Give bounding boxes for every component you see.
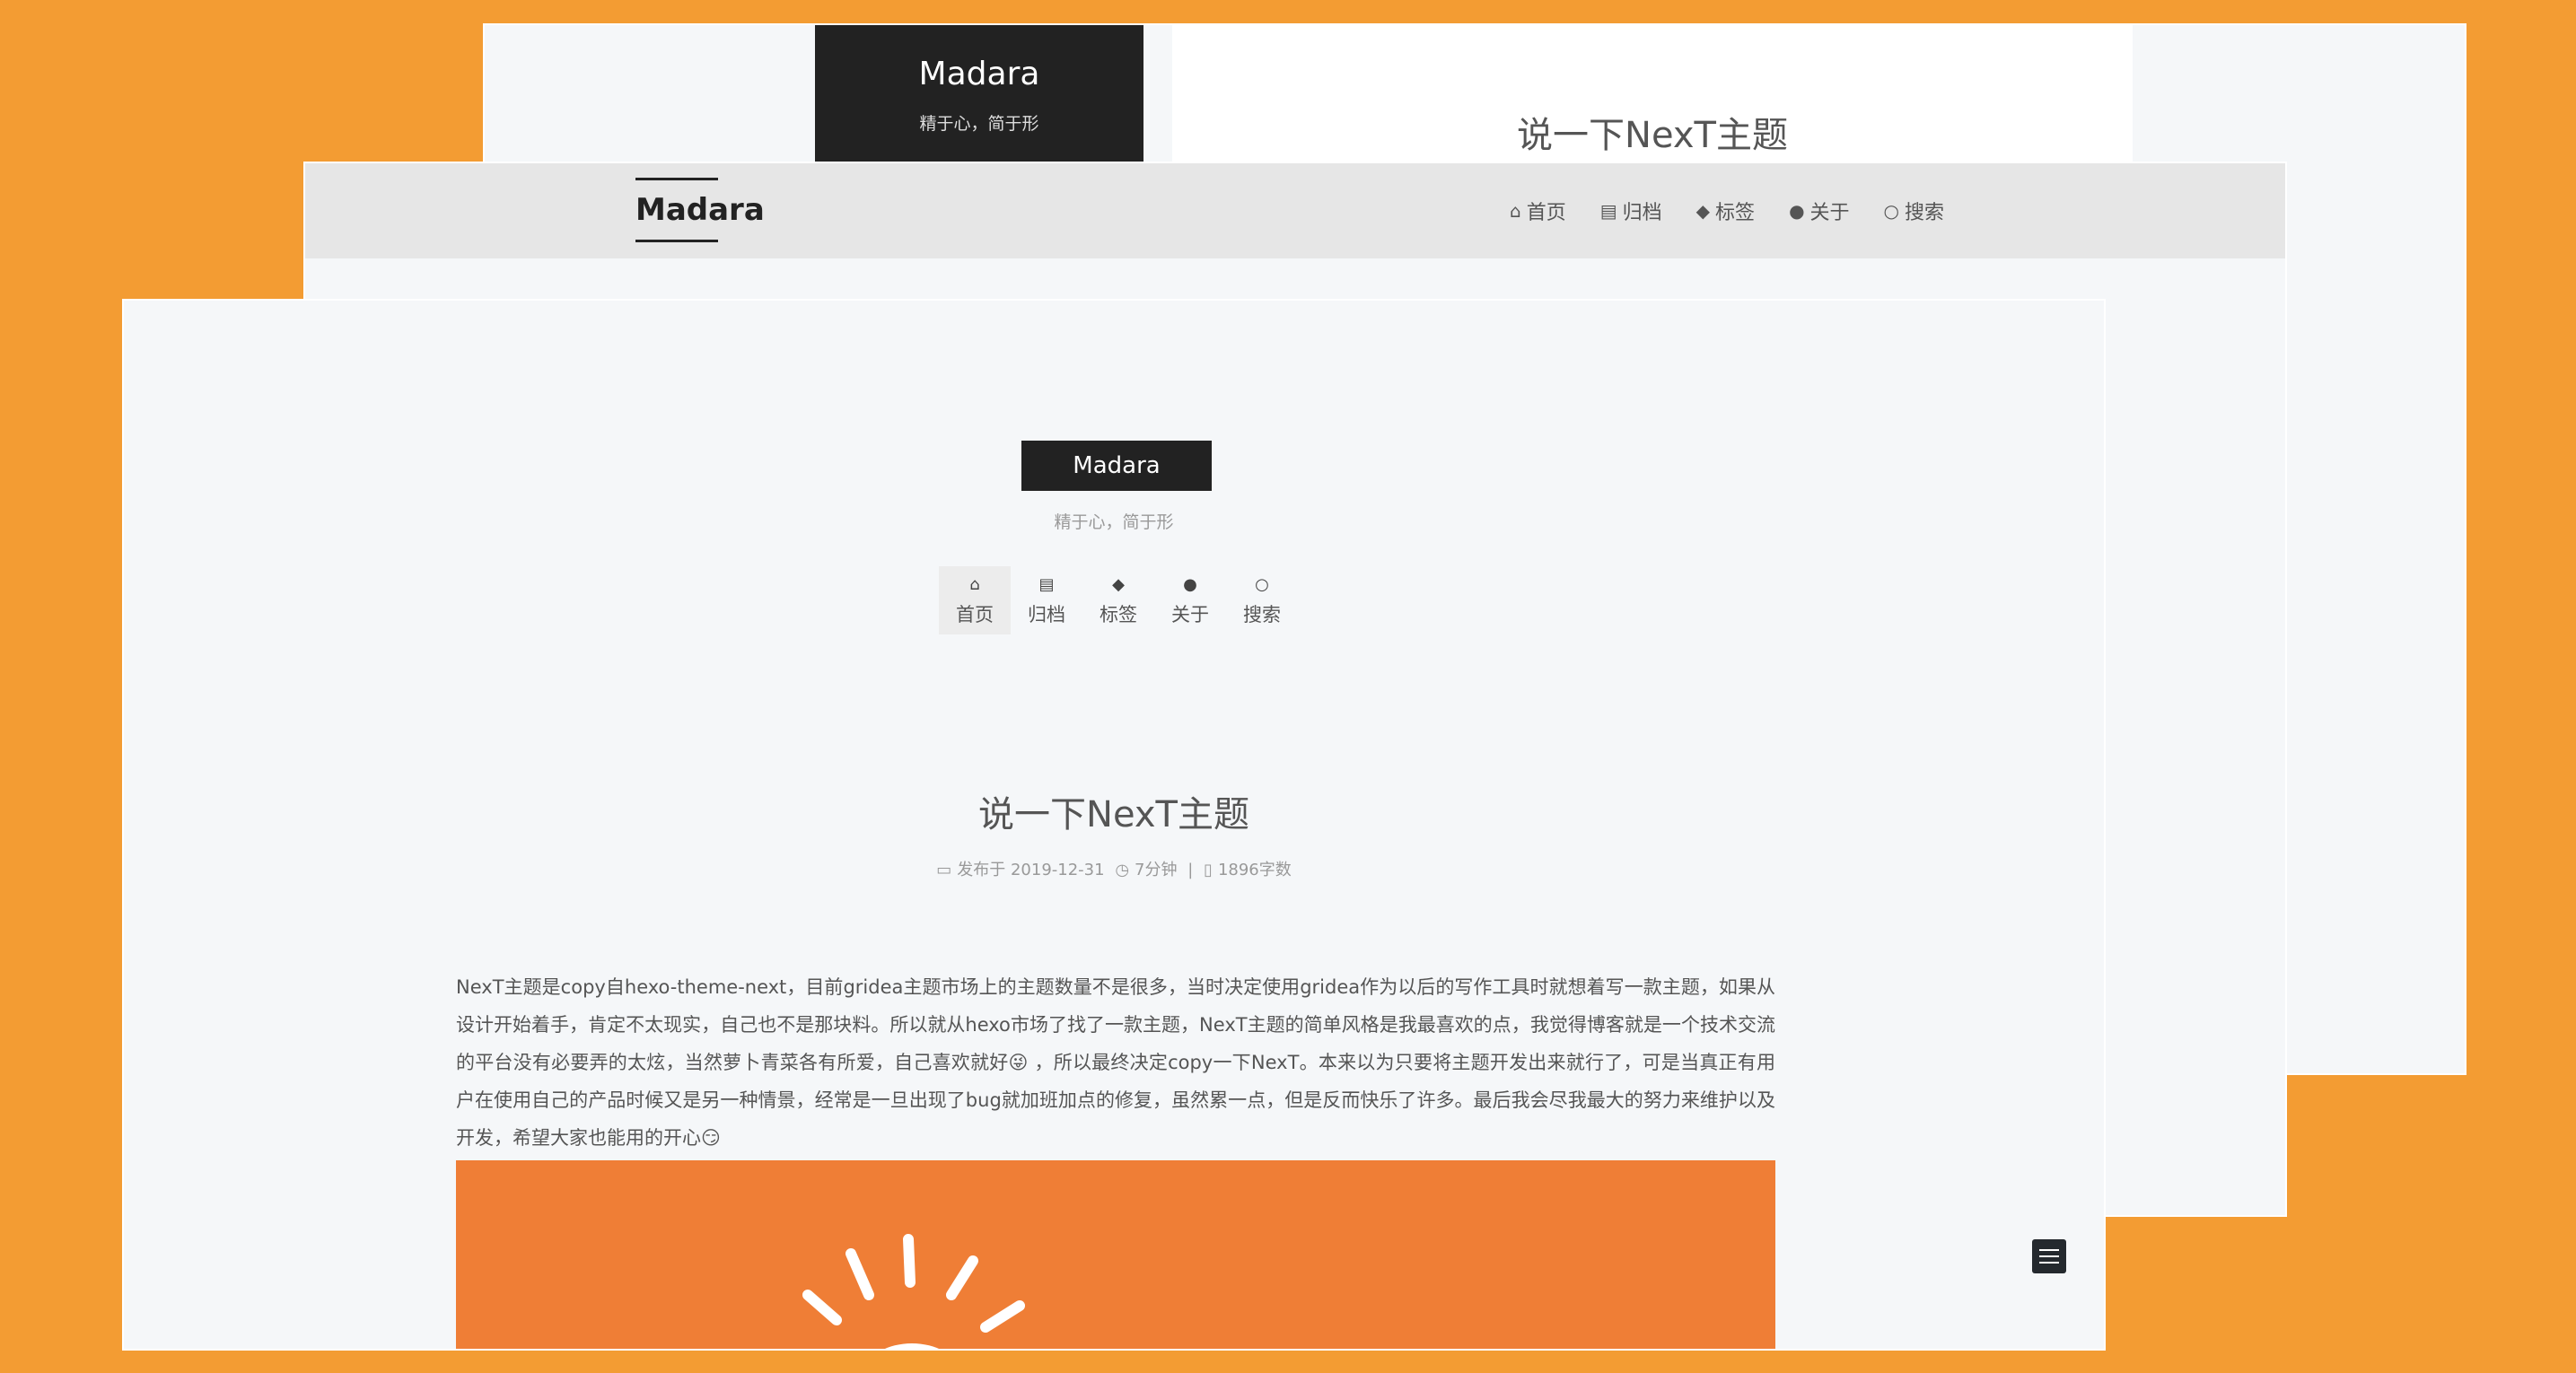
reading-time: 7分钟 — [1135, 861, 1178, 879]
nav-item-label: 首页 — [956, 604, 994, 625]
site-nav: ⌂ 首页 ▤ 归档 ◆ 标签 ● 关于 ○ 搜索 — [939, 566, 1298, 634]
menu-item-search[interactable]: ○ 搜索 — [1884, 197, 1944, 225]
post-meta: ▭ 发布于 2019-12-31 ◷ 7分钟 | ▯ 1896字数 — [124, 857, 2104, 880]
menu-item-label: 归档 — [1622, 202, 1662, 224]
site-subtitle: 精于心，简于形 — [1054, 512, 1174, 532]
calendar-icon: ▭ — [936, 861, 952, 879]
post-title[interactable]: 说一下NexT主题 — [124, 785, 2104, 837]
word-count: 1896字数 — [1217, 861, 1292, 879]
menu-item-label: 关于 — [1809, 202, 1850, 224]
user-icon: ● — [1183, 575, 1197, 594]
header-menu: ⌂ 首页 ▤ 归档 ◆ 标签 ● 关于 ○ 搜索 — [1510, 163, 1944, 258]
post-body: NexT主题是copy自hexo-theme-next，目前gridea主题市场… — [456, 976, 1775, 1149]
tags-icon: ◆ — [1695, 200, 1711, 222]
archive-icon: ▤ — [1038, 575, 1055, 594]
menu-item-about[interactable]: ● 关于 — [1789, 197, 1849, 225]
nav-item-label: 标签 — [1100, 604, 1137, 625]
screenshot-mist-scheme: Madara 精于心，简于形 ⌂ 首页 ▤ 归档 ◆ 标签 ● 关于 ○ 搜索 说一下Ne… — [122, 299, 2106, 1351]
tags-icon: ◆ — [1112, 575, 1125, 594]
toc-toggle-button[interactable] — [2032, 1239, 2066, 1273]
post-title[interactable]: 说一下NexT主题 — [1172, 106, 2133, 158]
menu-item-home[interactable]: ⌂ 首页 — [1510, 197, 1566, 225]
meta-divider: | — [1187, 861, 1194, 879]
site-title[interactable]: Madara — [1021, 441, 1212, 491]
post-date: 发布于 2019-12-31 — [957, 861, 1105, 879]
site-title[interactable]: Madara — [635, 180, 765, 240]
menu-item-label: 标签 — [1715, 202, 1756, 224]
nav-item-tags[interactable]: ◆ 标签 — [1082, 566, 1154, 634]
post-cover-image — [456, 1160, 1775, 1349]
nav-item-search[interactable]: ○ 搜索 — [1226, 566, 1298, 634]
menu-item-label: 搜索 — [1904, 202, 1944, 224]
search-icon: ○ — [1883, 200, 1899, 222]
menu-item-tags[interactable]: ◆ 标签 — [1696, 197, 1755, 225]
sun-illustration — [802, 1234, 1025, 1349]
nav-item-archives[interactable]: ▤ 归档 — [1011, 566, 1082, 634]
archive-icon: ▤ — [1599, 200, 1617, 222]
user-icon: ● — [1789, 200, 1805, 222]
site-subtitle: 精于心，简于形 — [919, 114, 1039, 134]
nav-item-label: 归档 — [1028, 604, 1065, 625]
menu-item-label: 首页 — [1526, 202, 1566, 224]
home-icon: ⌂ — [1510, 200, 1521, 222]
logo-bottom-line — [635, 240, 718, 242]
search-icon: ○ — [1255, 575, 1269, 594]
clock-icon: ◷ — [1115, 861, 1130, 879]
nav-item-about[interactable]: ● 关于 — [1154, 566, 1226, 634]
home-icon: ⌂ — [969, 575, 980, 594]
menu-item-archives[interactable]: ▤ 归档 — [1600, 197, 1662, 225]
file-icon: ▯ — [1204, 861, 1213, 879]
site-logo[interactable]: Madara — [635, 178, 765, 242]
nav-item-label: 搜索 — [1243, 604, 1281, 625]
menu-icon — [2039, 1249, 2059, 1264]
site-header: Madara ⌂ 首页 ▤ 归档 ◆ 标签 ● 关于 ○ 搜索 — [305, 163, 2285, 258]
nav-item-home[interactable]: ⌂ 首页 — [939, 566, 1011, 634]
nav-item-label: 关于 — [1171, 604, 1209, 625]
site-title[interactable]: Madara — [815, 56, 1143, 92]
